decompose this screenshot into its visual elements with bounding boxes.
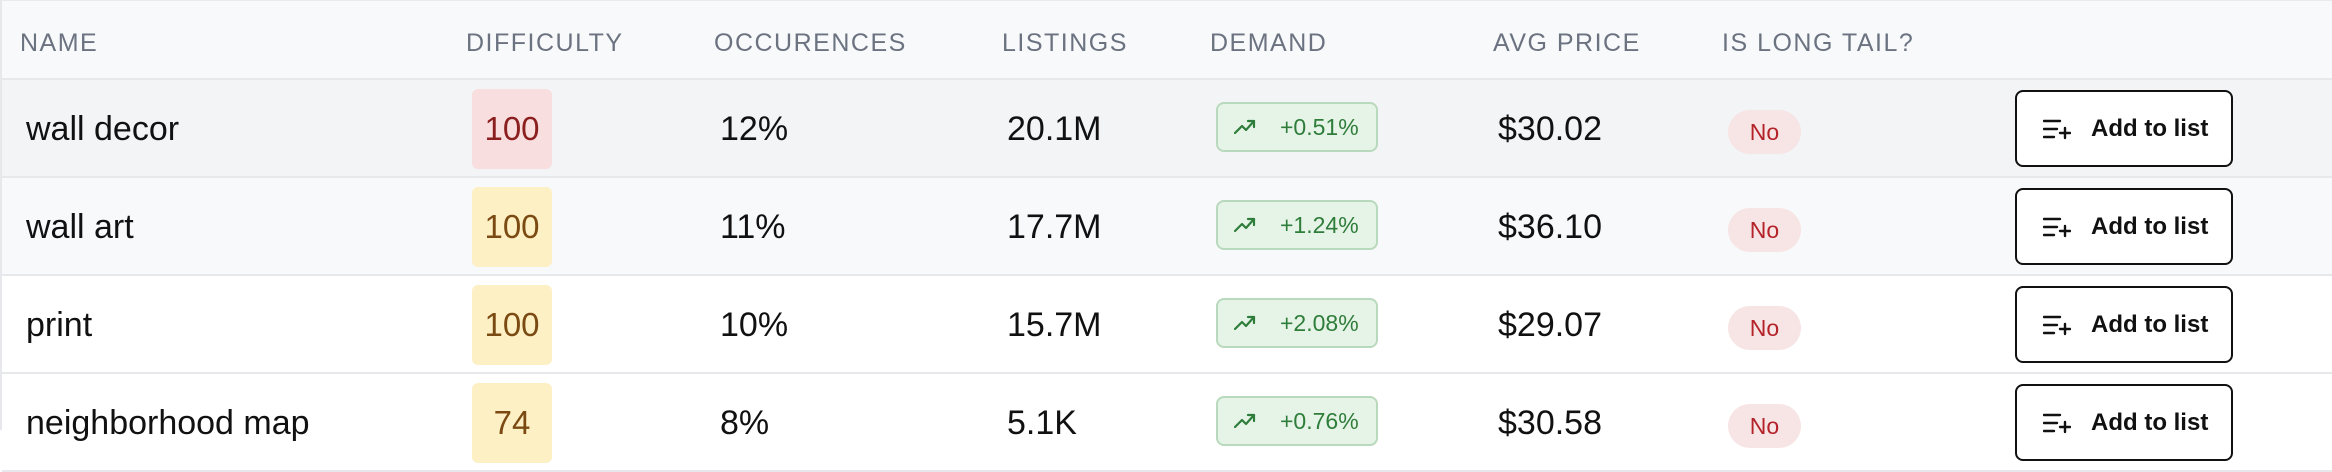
listings-value: 17.7M: [1007, 208, 1102, 246]
listings-value: 5.1K: [1007, 404, 1077, 442]
list-plus-icon: [2043, 315, 2071, 336]
difficulty-badge: 100: [472, 285, 552, 365]
add-to-list-button[interactable]: Add to list: [2015, 286, 2233, 363]
header-listings[interactable]: LISTINGS: [1002, 1, 1128, 81]
demand-value: +0.76%: [1280, 408, 1359, 434]
difficulty-badge: 74: [472, 383, 552, 463]
avg-price-value: $29.07: [1498, 306, 1602, 344]
demand-badge: +1.24%: [1216, 200, 1378, 250]
header-long-tail[interactable]: IS LONG TAIL?: [1722, 1, 1914, 81]
list-plus-icon: [2043, 413, 2071, 434]
avg-price-value: $30.58: [1498, 404, 1602, 442]
header-occurences[interactable]: OCCURENCES: [714, 1, 907, 81]
difficulty-badge: 100: [472, 89, 552, 169]
occurences-value: 10%: [720, 306, 789, 344]
trending-up-icon: [1234, 119, 1256, 135]
occurences-value: 12%: [720, 110, 789, 148]
list-plus-icon: [2043, 119, 2071, 140]
add-to-list-button[interactable]: Add to list: [2015, 384, 2233, 461]
header-avg-price[interactable]: AVG PRICE: [1493, 1, 1641, 81]
avg-price-value: $36.10: [1498, 208, 1602, 246]
trending-up-icon: [1234, 413, 1256, 429]
long-tail-badge: No: [1728, 208, 1801, 252]
long-tail-badge: No: [1728, 404, 1801, 448]
demand-badge: +0.76%: [1216, 396, 1378, 446]
occurences-value: 11%: [720, 208, 786, 246]
avg-price-value: $30.02: [1498, 110, 1602, 148]
add-to-list-label: Add to list: [2091, 311, 2209, 338]
demand-value: +2.08%: [1280, 310, 1359, 336]
keyword-name: neighborhood map: [26, 404, 310, 442]
keyword-name: print: [26, 306, 93, 344]
table-row: neighborhood map 74 8% 5.1K +0.76% $30.5…: [2, 374, 2332, 472]
keyword-name: wall art: [26, 208, 134, 246]
occurences-value: 8%: [720, 404, 770, 442]
add-to-list-button[interactable]: Add to list: [2015, 188, 2233, 265]
add-to-list-label: Add to list: [2091, 115, 2209, 142]
keyword-name: wall decor: [26, 110, 180, 148]
add-to-list-button[interactable]: Add to list: [2015, 90, 2233, 167]
difficulty-badge: 100: [472, 187, 552, 267]
table-row: wall decor 100 12% 20.1M +0.51% $30.02 N…: [2, 80, 2332, 178]
table-header: NAME DIFFICULTY OCCURENCES LISTINGS DEMA…: [2, 0, 2332, 80]
header-demand[interactable]: DEMAND: [1210, 1, 1327, 81]
demand-value: +1.24%: [1280, 212, 1359, 238]
long-tail-badge: No: [1728, 306, 1801, 350]
header-name[interactable]: NAME: [20, 1, 98, 81]
add-to-list-label: Add to list: [2091, 409, 2209, 436]
table-row: wall art 100 11% 17.7M +1.24% $36.10 No …: [2, 178, 2332, 276]
trending-up-icon: [1234, 217, 1256, 233]
listings-value: 20.1M: [1007, 110, 1102, 148]
trending-up-icon: [1234, 315, 1256, 331]
demand-badge: +2.08%: [1216, 298, 1378, 348]
long-tail-badge: No: [1728, 110, 1801, 154]
keyword-table: NAME DIFFICULTY OCCURENCES LISTINGS DEMA…: [0, 0, 2332, 472]
add-to-list-label: Add to list: [2091, 213, 2209, 240]
header-difficulty[interactable]: DIFFICULTY: [466, 1, 624, 81]
table-row: print 100 10% 15.7M +2.08% $29.07 No Add…: [2, 276, 2332, 374]
listings-value: 15.7M: [1007, 306, 1102, 344]
list-plus-icon: [2043, 217, 2071, 238]
demand-badge: +0.51%: [1216, 102, 1378, 152]
demand-value: +0.51%: [1280, 114, 1359, 140]
